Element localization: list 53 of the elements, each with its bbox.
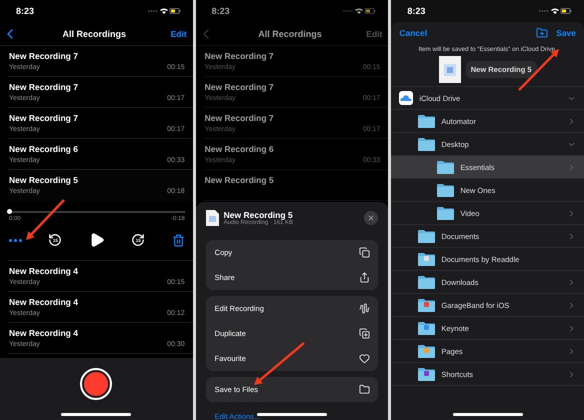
waveform-icon	[359, 303, 370, 314]
recording-name[interactable]: New Recording 5	[204, 175, 380, 185]
recording-name[interactable]: New Recording 7	[204, 82, 380, 92]
nav-title: All Recordings	[62, 28, 126, 38]
cloud-icon	[399, 91, 414, 105]
recording-name[interactable]: New Recording 4	[9, 297, 185, 307]
record-button[interactable]	[80, 368, 112, 400]
file-icon	[206, 210, 219, 226]
status-icons	[146, 7, 181, 15]
nav-title: All Recordings	[258, 28, 322, 38]
delete-button[interactable]	[172, 234, 185, 246]
folder-icon	[418, 229, 436, 243]
more-button[interactable]	[9, 238, 22, 242]
recording-name[interactable]: New Recording 5	[9, 175, 185, 185]
home-indicator	[452, 413, 523, 416]
new-folder-icon[interactable]	[536, 27, 548, 39]
folder-icon	[437, 183, 454, 197]
heart-icon	[359, 353, 370, 364]
status-time: 8:23	[212, 6, 230, 16]
recording-name[interactable]: New Recording 7	[9, 113, 185, 123]
status-time: 8:23	[407, 6, 426, 16]
status-icons	[538, 7, 572, 15]
file-thumbnail	[438, 56, 461, 83]
annotation-arrow	[252, 341, 306, 387]
status-time: 8:23	[16, 6, 34, 16]
recording-name[interactable]: New Recording 7	[204, 51, 380, 61]
cancel-button[interactable]: Cancel	[399, 28, 428, 38]
folder-icon	[437, 206, 454, 220]
recording-name[interactable]: New Recording 4	[9, 328, 185, 338]
home-indicator	[61, 413, 132, 416]
folder-icon	[418, 137, 436, 151]
recording-name[interactable]: New Recording 7	[9, 51, 185, 61]
folder-icon	[359, 384, 370, 395]
recording-name[interactable]: New Recording 6	[204, 144, 380, 154]
annotation-arrow	[24, 198, 66, 242]
play-button[interactable]	[88, 232, 105, 248]
status-icons	[342, 7, 376, 15]
recording-name[interactable]: New Recording 6	[9, 144, 185, 154]
duplicate-icon	[359, 328, 370, 339]
edit-button[interactable]: Edit	[170, 28, 187, 38]
close-icon	[367, 214, 376, 222]
scrubber-thumb[interactable]	[7, 209, 12, 214]
recording-name[interactable]: New Recording 4	[9, 266, 185, 276]
recording-name[interactable]: New Recording 7	[204, 113, 380, 123]
recording-name[interactable]: New Recording 7	[9, 82, 185, 92]
folder-icon	[437, 160, 454, 174]
save-button[interactable]: Save	[556, 28, 576, 38]
folder-icon	[418, 275, 436, 289]
file-name: New Recording 5	[224, 210, 294, 220]
share-icon	[359, 272, 370, 283]
folder-icon	[418, 114, 436, 128]
close-button[interactable]	[364, 211, 378, 225]
copy-icon	[359, 247, 370, 258]
